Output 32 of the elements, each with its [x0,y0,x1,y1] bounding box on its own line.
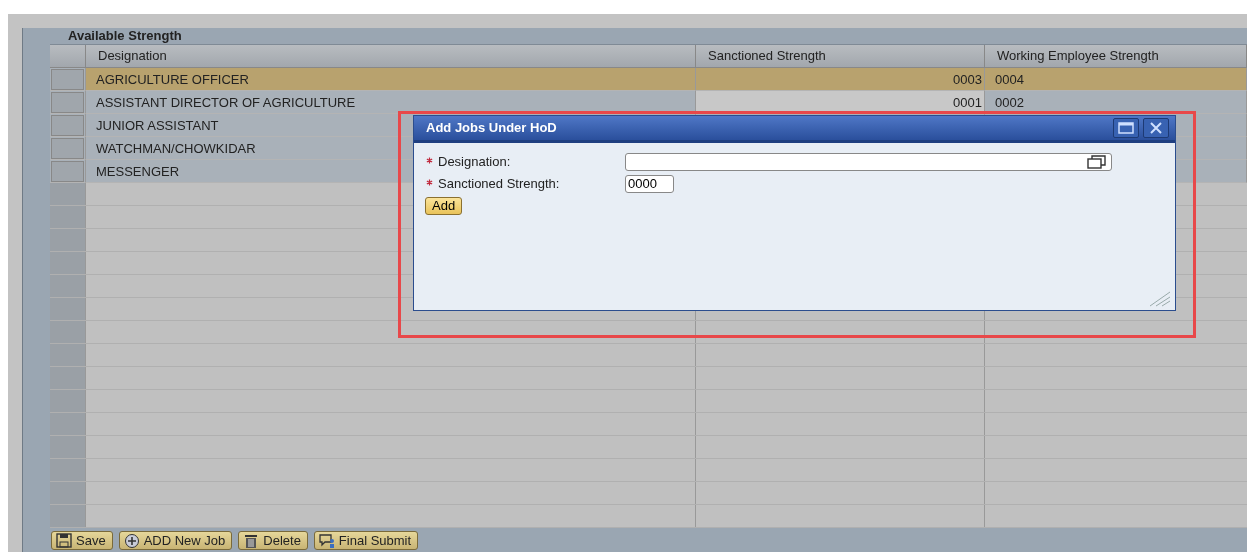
user-icon [318,532,335,549]
close-icon [1149,122,1163,134]
table-cell: AGRICULTURE OFFICER [86,68,696,91]
maximize-button[interactable] [1113,118,1139,138]
maximize-icon [1118,122,1134,134]
table-cell: 0004 [985,68,1247,91]
row-selector[interactable] [51,138,84,159]
toolbar-button[interactable]: Save [51,531,113,550]
row-selector[interactable] [51,69,84,90]
row-selector[interactable] [51,161,84,182]
lookup-field[interactable] [625,153,1112,171]
column-header[interactable]: Working Employee Strength [985,45,1247,68]
toolbar-button[interactable]: Delete [238,531,308,550]
column-header[interactable]: Designation [86,45,696,68]
column-header[interactable]: Sanctioned Strength [696,45,985,68]
table-cell: ASSISTANT DIRECTOR OF AGRICULTURE [86,91,696,114]
row-selector[interactable] [51,92,84,113]
input-field[interactable]: 0000 [625,175,674,193]
value-help-icon [1087,155,1107,169]
toolbar-button[interactable]: Final Submit [313,531,419,550]
toolbar-button[interactable]: ADD New Job [118,531,233,550]
add-button[interactable]: Add [425,197,463,215]
save-icon [56,532,72,549]
dialog-title: Add Jobs Under HoD [426,119,558,138]
plus-icon [123,532,140,549]
resize-grip-icon[interactable] [1148,291,1172,307]
table-cell: 0003 [696,68,985,91]
row-selector[interactable] [51,115,84,136]
close-button[interactable] [1143,118,1169,138]
select-all-cell[interactable] [50,45,86,68]
table-title: Available Strength [67,28,183,44]
trash-icon [243,532,260,549]
